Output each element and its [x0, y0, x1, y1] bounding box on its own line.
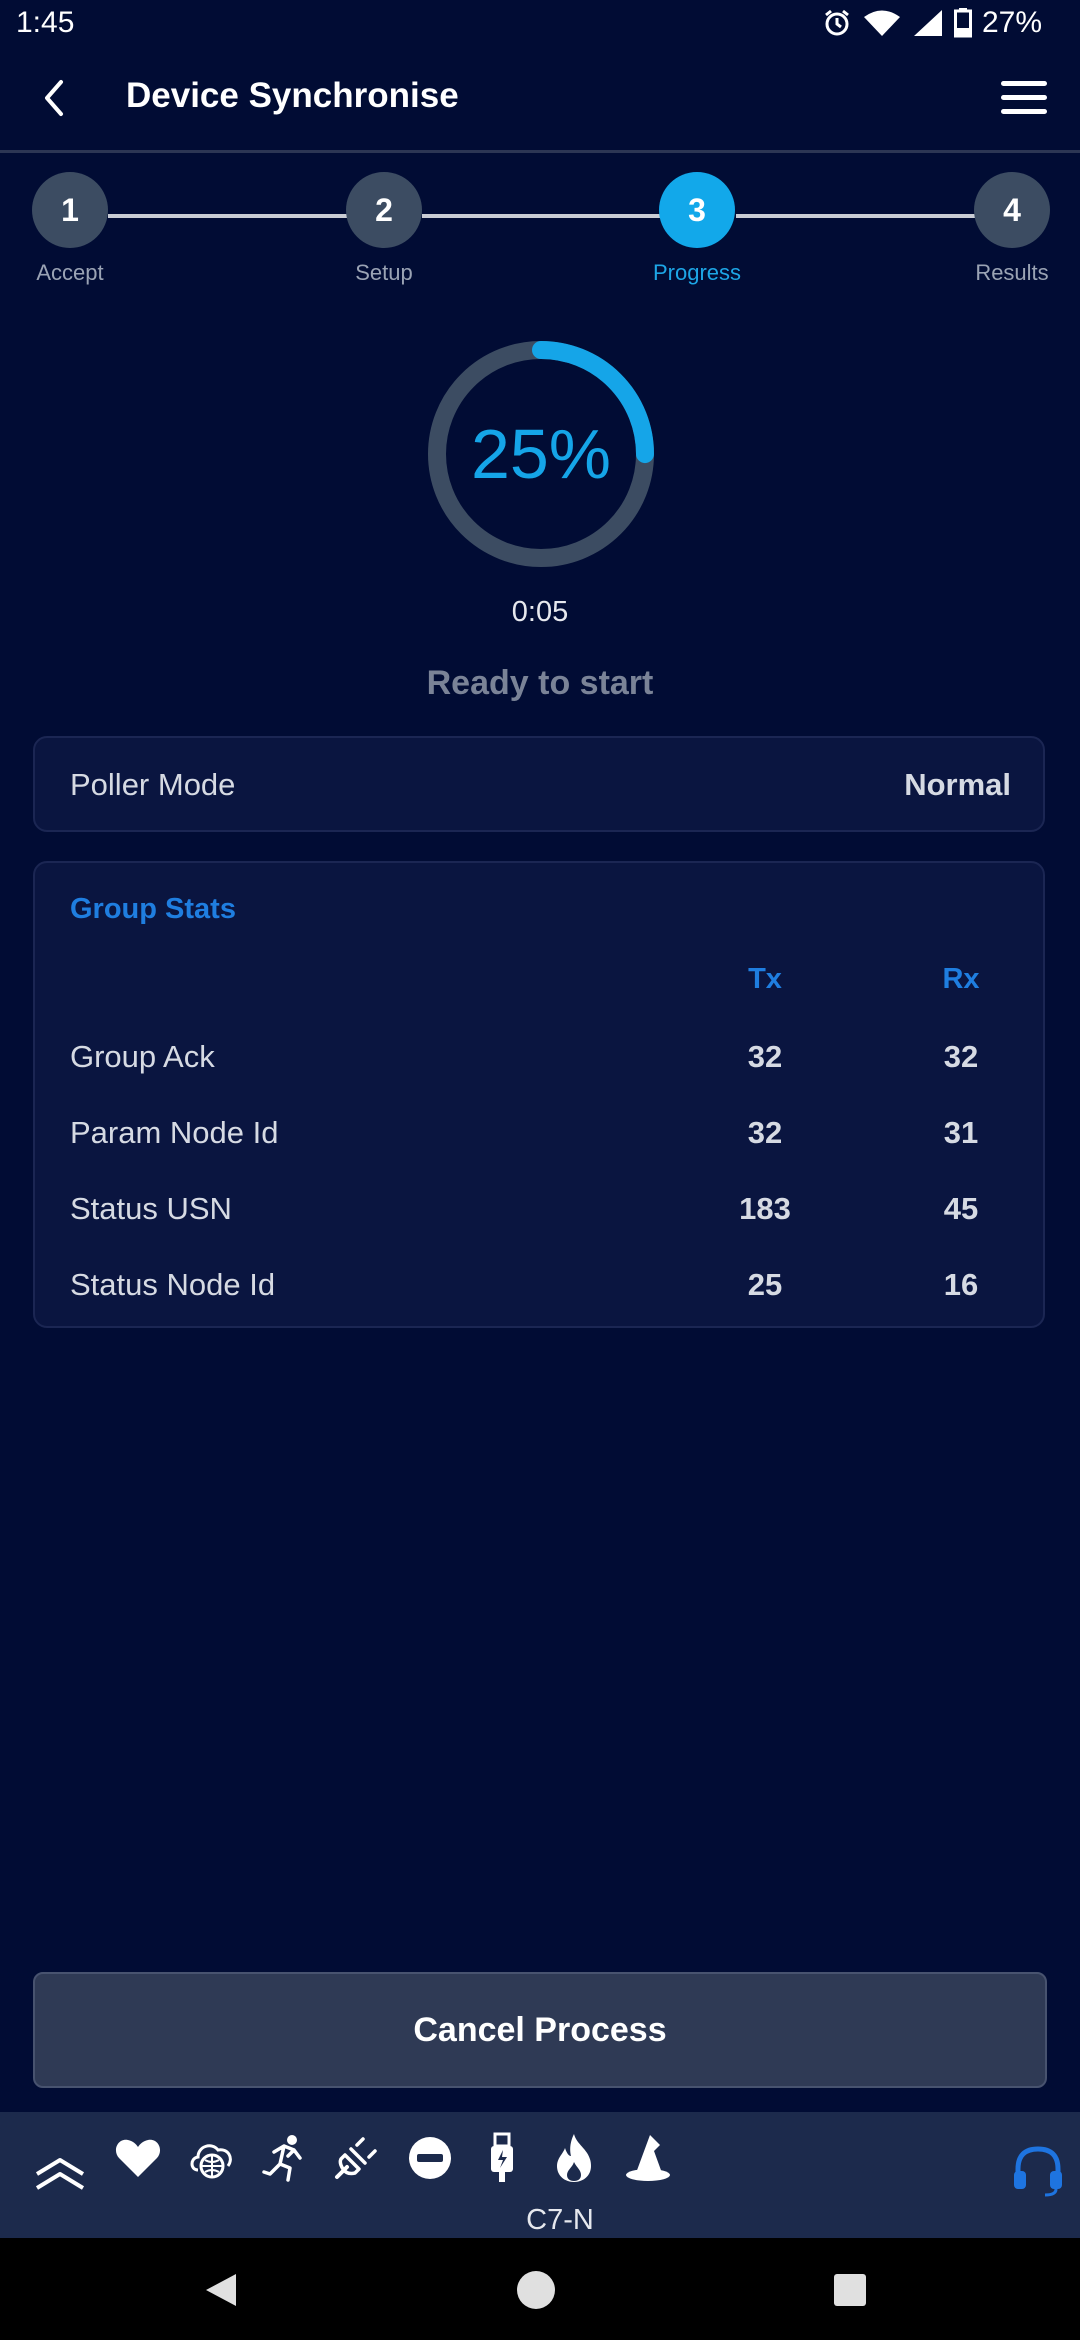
- recents-square-icon[interactable]: [824, 2264, 876, 2316]
- menu-button[interactable]: [996, 72, 1052, 128]
- home-circle-icon[interactable]: [510, 2264, 562, 2316]
- heart-icon[interactable]: [110, 2130, 166, 2186]
- tx-column-header: Tx: [748, 963, 782, 995]
- battery-icon: [953, 8, 972, 38]
- stats-row: Group Ack 32 32: [35, 1031, 1047, 1081]
- signal-icon: [912, 8, 944, 38]
- wifi-icon: [862, 8, 902, 38]
- stat-name: Param Node Id: [70, 1115, 279, 1150]
- status-time: 1:45: [16, 6, 75, 39]
- step-label: Progress: [652, 260, 742, 285]
- stats-row: Status Node Id 25 16: [35, 1259, 1047, 1309]
- poller-mode-value: Normal: [904, 767, 1011, 802]
- stat-tx: 183: [739, 1191, 791, 1226]
- app-header: Device Synchronise: [0, 52, 1080, 153]
- system-nav-bar: [0, 2238, 1080, 2340]
- progress-stepper: 1 Accept 2 Setup 3 Progress 4 Results: [0, 172, 1080, 302]
- step-number: 1: [32, 172, 108, 248]
- step-number: 2: [346, 172, 422, 248]
- stat-tx: 32: [747, 1115, 783, 1150]
- stat-name: Status USN: [70, 1191, 232, 1226]
- alarm-icon: [822, 8, 852, 38]
- status-bar: 1:45 27%: [0, 0, 1080, 52]
- step-number: 4: [974, 172, 1050, 248]
- step-number: 3: [659, 172, 735, 248]
- bottom-toolbar: C7-N: [0, 2112, 1080, 2238]
- stat-name: Group Ack: [70, 1039, 215, 1074]
- step-progress: 3 Progress: [627, 172, 767, 286]
- stat-tx: 25: [747, 1267, 783, 1302]
- step-connector: [108, 214, 348, 218]
- step-connector: [422, 214, 662, 218]
- wizard-hat-icon[interactable]: [620, 2130, 676, 2186]
- hamburger-menu-icon: [999, 78, 1049, 123]
- elapsed-time: 0:05: [511, 596, 569, 628]
- stats-row: Status USN 183 45: [35, 1183, 1047, 1233]
- step-accept: 1 Accept: [0, 172, 140, 286]
- usb-icon[interactable]: [474, 2130, 530, 2186]
- step-label: Results: [975, 260, 1049, 285]
- group-stats-title: Group Stats: [70, 893, 236, 925]
- flame-icon[interactable]: [546, 2130, 602, 2186]
- headset-icon[interactable]: [1010, 2142, 1066, 2198]
- chevrons-up-icon[interactable]: [32, 2146, 88, 2202]
- stat-rx: 31: [943, 1115, 979, 1150]
- rx-column-header: Rx: [942, 963, 980, 995]
- step-results: 4 Results: [942, 172, 1080, 286]
- back-triangle-icon[interactable]: [196, 2264, 248, 2316]
- stat-tx: 32: [747, 1039, 783, 1074]
- step-label: Accept: [36, 260, 104, 285]
- chevron-left-icon: [41, 78, 67, 123]
- progress-percent: 25%: [470, 415, 612, 493]
- cloud-globe-icon[interactable]: [184, 2130, 240, 2186]
- plug-icon[interactable]: [328, 2130, 384, 2186]
- device-name: C7-N: [526, 2204, 594, 2236]
- step-connector: [736, 214, 976, 218]
- stat-rx: 45: [943, 1191, 979, 1226]
- stat-rx: 32: [943, 1039, 979, 1074]
- process-status: Ready to start: [426, 664, 654, 702]
- stat-name: Status Node Id: [70, 1267, 276, 1302]
- cancel-process-button[interactable]: Cancel Process: [33, 1972, 1047, 2088]
- page-title: Device Synchronise: [126, 76, 459, 115]
- running-person-icon[interactable]: [256, 2130, 312, 2186]
- step-setup: 2 Setup: [314, 172, 454, 286]
- battery-percent: 27%: [981, 6, 1042, 39]
- stat-rx: 16: [943, 1267, 979, 1302]
- poller-mode-label: Poller Mode: [70, 767, 236, 802]
- step-label: Setup: [355, 260, 413, 285]
- back-button[interactable]: [28, 72, 80, 128]
- status-icons: 27%: [822, 6, 1042, 40]
- group-stats-card: Group Stats Tx Rx Group Ack 32 32 Param …: [33, 861, 1045, 1328]
- minus-circle-icon[interactable]: [402, 2130, 458, 2186]
- poller-mode-card: Poller Mode Normal: [33, 736, 1045, 832]
- stats-row: Param Node Id 32 31: [35, 1107, 1047, 1157]
